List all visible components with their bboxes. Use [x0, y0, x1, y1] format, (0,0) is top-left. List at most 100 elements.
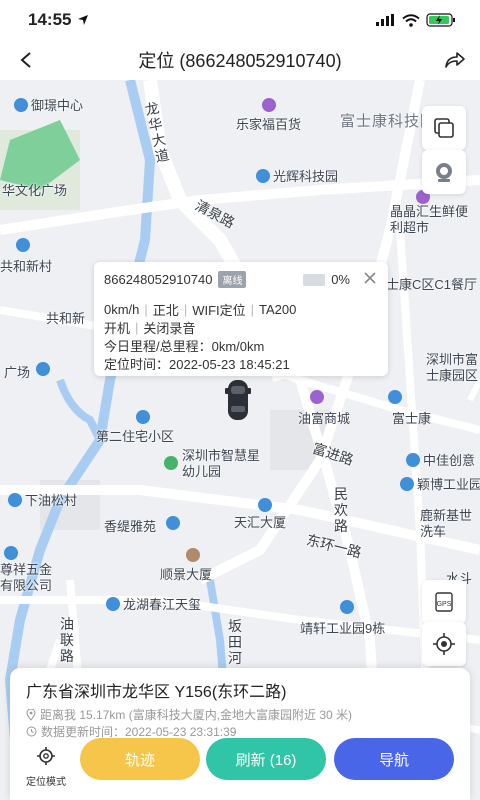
map-poi[interactable]: 中佳创意	[406, 450, 475, 469]
device-model: TA200	[259, 301, 297, 317]
building-icon	[186, 548, 200, 562]
map-label: 深圳市富士康园区	[426, 352, 479, 383]
location-arrow-icon	[78, 15, 89, 25]
building-icon	[14, 97, 28, 112]
page-title: 定位 (866248052910740)	[138, 51, 342, 71]
map-poi[interactable]	[258, 498, 272, 512]
map-poi[interactable]	[340, 600, 354, 614]
map-label: 富士康	[392, 411, 432, 426]
map-poi[interactable]	[310, 390, 324, 404]
building-icon	[166, 516, 180, 530]
map-label: 共和新村	[0, 259, 53, 274]
map-poi[interactable]	[16, 238, 30, 252]
map-poi[interactable]	[186, 548, 200, 562]
map-poi[interactable]	[4, 546, 18, 560]
signal-icon	[376, 14, 394, 26]
crosshair-icon	[433, 633, 455, 655]
map-label: 鹿新基世洗车	[420, 508, 473, 539]
map-poi[interactable]	[36, 362, 50, 376]
gps-icon: GPS	[435, 592, 453, 612]
map-label: 靖轩工业园9栋	[300, 621, 386, 636]
building-icon	[256, 168, 270, 183]
address-text: 广东省深圳市龙华区 Y156(东环二路)	[26, 684, 287, 701]
building-icon	[106, 596, 120, 611]
power-state: 开机	[104, 320, 131, 336]
locate-time: 定位时间：2022-05-23 18:45:21	[104, 356, 290, 372]
map-label: 第二住宅小区	[96, 429, 175, 444]
map-poi[interactable]	[262, 98, 276, 112]
device-battery: 0%	[303, 272, 350, 287]
device-info-popup[interactable]: 866248052910740 离线 0% 0km/h | 正北 | WIFI定位 |…	[94, 262, 388, 376]
status-bar: 14:55	[0, 0, 480, 40]
close-icon[interactable]	[362, 270, 378, 286]
svg-text:GPS: GPS	[437, 601, 452, 608]
road-label: 油联路	[60, 616, 74, 664]
street-view-button[interactable]	[422, 150, 466, 194]
building-icon	[406, 452, 420, 467]
building-icon	[36, 362, 50, 376]
map-poi[interactable]: 光辉科技园	[256, 166, 338, 185]
back-button[interactable]	[12, 46, 40, 74]
map-label: 顺景大厦	[160, 567, 213, 582]
building-icon	[340, 600, 354, 614]
map-label: 尊祥五金有限公司	[0, 562, 53, 593]
map-poi[interactable]: 颖博工业园	[400, 474, 480, 493]
device-imei: 866248052910740	[104, 271, 213, 287]
map-poi[interactable]	[164, 456, 178, 470]
map-label: 深圳市智慧星幼儿园	[182, 448, 261, 479]
device-direction: 正北	[152, 302, 179, 318]
battery-bar	[303, 273, 326, 286]
record-state: 关闭录音	[143, 320, 196, 336]
status-time: 14:55	[28, 10, 72, 29]
building-icon	[258, 498, 272, 512]
clock-icon	[26, 726, 37, 737]
refresh-button[interactable]: 刷新 (16)	[206, 738, 326, 780]
distance-line: 距离我 15.17km (富康科技大厦内,金地大富康园附近 30 米)	[26, 706, 352, 723]
map-label: 广场	[4, 365, 31, 380]
map-poi[interactable]: 御璟中心	[14, 95, 83, 114]
share-icon	[445, 52, 465, 68]
wifi-icon	[402, 13, 420, 27]
map-layers-button[interactable]	[422, 106, 466, 150]
map-label: 晶晶汇生鲜便利超市	[390, 204, 469, 235]
device-speed: 0km/h	[104, 301, 140, 317]
map-poi[interactable]	[388, 390, 402, 404]
building-icon	[136, 410, 150, 424]
distance-text: 距离我 15.17km (富康科技大厦内,金地大富康园附近 30 米)	[40, 708, 353, 722]
map-label: 乐家福百货	[236, 117, 302, 132]
locate-mode-label: 定位模式	[26, 777, 66, 788]
building-icon	[388, 390, 402, 404]
status-badge: 离线	[218, 270, 247, 288]
building-icon	[8, 492, 22, 507]
building-icon	[16, 238, 30, 252]
my-location-button[interactable]	[422, 622, 466, 666]
map-poi[interactable]	[136, 410, 150, 424]
map-label: 油富商城	[298, 411, 351, 426]
battery-charging-icon	[426, 13, 455, 27]
school-icon	[164, 456, 178, 470]
map-poi[interactable]: 下油松村	[8, 490, 77, 509]
shop-icon	[262, 98, 276, 112]
gps-mode-button[interactable]: GPS	[422, 580, 466, 624]
share-button[interactable]	[440, 46, 470, 74]
map-label: 共和新	[46, 311, 86, 326]
car-marker-icon[interactable]	[224, 378, 252, 422]
building-icon	[4, 546, 18, 560]
locate-mode-button[interactable]: 定位模式	[20, 746, 72, 788]
road-label: 坂田河	[228, 618, 242, 666]
locate-type: WIFI定位	[192, 302, 246, 318]
bottom-panel: 广东省深圳市龙华区 Y156(东环二路) 距离我 15.17km (富康科技大厦…	[10, 668, 470, 800]
location-pin-icon	[26, 708, 36, 721]
building-icon	[400, 476, 414, 491]
map-poi[interactable]	[166, 516, 180, 530]
map-label: 香缇雅苑	[104, 519, 157, 534]
nav-bar: 定位 (866248052910740)	[0, 40, 480, 80]
gear-icon	[37, 747, 55, 765]
track-button[interactable]: 轨迹	[80, 738, 200, 780]
map-label: 华文化广场	[2, 183, 68, 198]
map-label: 天汇大厦	[234, 515, 287, 530]
map-poi[interactable]: 龙湖春江天玺	[106, 594, 201, 613]
navigate-button[interactable]: 导航	[334, 738, 454, 780]
chevron-left-icon	[20, 52, 31, 68]
map-label: 士康C区C1餐厅	[386, 277, 478, 292]
